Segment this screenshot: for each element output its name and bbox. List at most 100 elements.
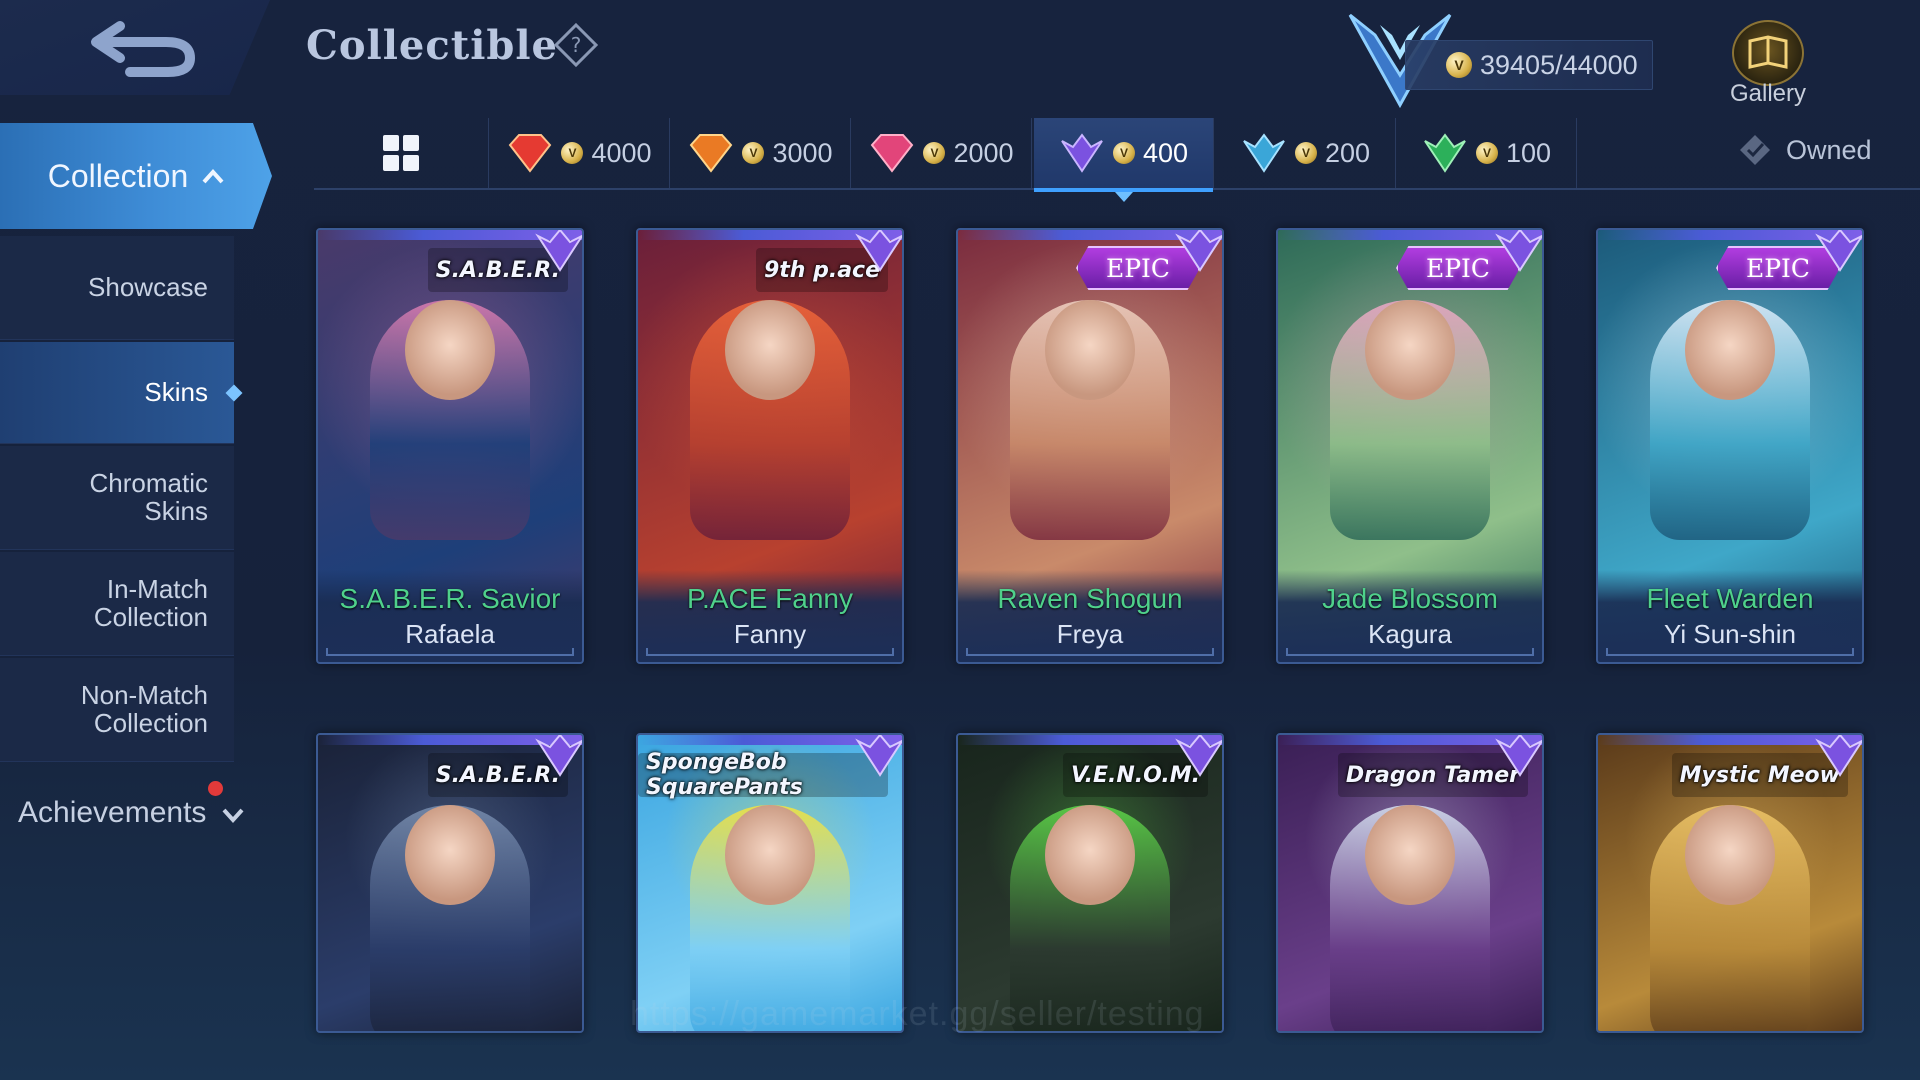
collection-label: Collection xyxy=(47,157,189,194)
active-indicator-icon xyxy=(225,384,243,401)
filter-tab-200[interactable]: V 200 xyxy=(1216,118,1396,188)
achievements-label: Achievements xyxy=(18,796,207,829)
purple-gem-icon xyxy=(1495,230,1542,272)
skin-name: P.ACE Fanny xyxy=(686,583,854,614)
hero-head xyxy=(405,300,495,400)
points-coin-icon: V xyxy=(1294,142,1317,164)
filter-tab-value: 2000 xyxy=(953,137,1014,168)
caret-down-icon xyxy=(1114,192,1133,202)
red-gem-icon xyxy=(509,134,552,173)
filter-tab-value: 400 xyxy=(1142,137,1189,168)
filter-tab-value: 4000 xyxy=(591,137,652,168)
skin-card[interactable]: 9th p.ace P.ACE Fanny Fanny xyxy=(636,228,904,664)
blue-gem-icon xyxy=(1243,133,1285,173)
skin-name: Jade Blossom xyxy=(1322,583,1498,614)
filter-tab-value: 100 xyxy=(1505,137,1552,168)
points-coin-icon: V xyxy=(1475,142,1498,164)
hero-head xyxy=(1365,805,1455,905)
pink-gem-icon xyxy=(871,134,914,173)
chevron-down-icon xyxy=(222,808,244,823)
purple-gem-icon xyxy=(1815,230,1862,272)
help-icon[interactable]: ? xyxy=(553,22,599,68)
sidebar-item-label: Showcase xyxy=(88,271,208,302)
filter-tab-value: 3000 xyxy=(772,137,833,168)
purple-gem-icon xyxy=(535,230,582,272)
skin-card[interactable]: EPIC Jade Blossom Kagura xyxy=(1276,228,1544,664)
hero-name: Yi Sun-shin xyxy=(1664,619,1796,649)
owned-filter-toggle[interactable]: Owned xyxy=(1738,130,1888,170)
hero-head xyxy=(405,805,495,905)
purple-gem-icon xyxy=(1495,735,1542,777)
purple-gem-icon xyxy=(1175,735,1222,777)
hero-head xyxy=(1685,300,1775,400)
card-name-plate: Fleet Warden Yi Sun-shin xyxy=(1598,570,1862,662)
skin-name: S.A.B.E.R. Savior xyxy=(339,583,561,614)
purple-gem-icon xyxy=(1815,735,1862,777)
hero-head xyxy=(1045,300,1135,400)
owned-label: Owned xyxy=(1786,134,1872,165)
points-coin-icon: V xyxy=(561,142,584,164)
hero-head xyxy=(725,300,815,400)
sidebar-item-label: Chromatic Skins xyxy=(89,468,208,526)
points-coin-icon: V xyxy=(1112,142,1135,164)
card-name-plate: Jade Blossom Kagura xyxy=(1278,570,1542,662)
purple-gem-icon xyxy=(1175,230,1222,272)
hero-head xyxy=(725,805,815,905)
card-name-plate: Raven Shogun Freya xyxy=(958,570,1222,662)
price-filter-bar: V 4000 V 3000 V 2000 V 400 V 200 V 100 xyxy=(314,118,1920,202)
purple-gem-icon xyxy=(1061,133,1103,173)
orange-gem-icon xyxy=(690,134,733,173)
series-logo-badge: SpongeBob SquarePants xyxy=(638,750,888,800)
skin-name: Raven Shogun xyxy=(997,583,1183,614)
sidebar-item-chromatic-skins[interactable]: Chromatic Skins xyxy=(0,446,234,550)
filter-tab-2000[interactable]: V 2000 xyxy=(852,118,1032,188)
skin-card[interactable]: S.A.B.E.R. xyxy=(316,733,584,1033)
card-name-plate: P.ACE Fanny Fanny xyxy=(638,570,902,662)
hero-head xyxy=(1685,805,1775,905)
hero-head xyxy=(1045,805,1135,905)
sidebar-item-non-match-collection[interactable]: Non-Match Collection xyxy=(0,658,234,762)
owned-check-icon xyxy=(1740,135,1770,165)
gallery-button[interactable]: Gallery xyxy=(1718,20,1818,110)
filter-tab-all[interactable] xyxy=(314,118,489,188)
points-coin-icon: V xyxy=(742,142,765,164)
gallery-book-icon xyxy=(1732,20,1804,86)
sidebar-collection-tab[interactable]: Collection xyxy=(0,123,272,229)
skin-card[interactable]: Dragon Tamer xyxy=(1276,733,1544,1033)
skin-card[interactable]: Mystic Meow xyxy=(1596,733,1864,1033)
collection-points-value: 39405/44000 xyxy=(1480,49,1638,80)
skin-card[interactable]: S.A.B.E.R. S.A.B.E.R. Savior Rafaela xyxy=(316,228,584,664)
filter-tab-400[interactable]: V 400 xyxy=(1034,118,1214,202)
skin-card[interactable]: SpongeBob SquarePants xyxy=(636,733,904,1033)
back-arrow-icon xyxy=(91,20,196,77)
purple-gem-icon xyxy=(855,230,902,272)
skin-card[interactable]: EPIC Raven Shogun Freya xyxy=(956,228,1224,664)
sidebar-item-in-match-collection[interactable]: In-Match Collection xyxy=(0,552,234,656)
skin-card[interactable]: V.E.N.O.M. xyxy=(956,733,1224,1033)
hero-name: Rafaela xyxy=(405,619,495,649)
purple-gem-icon xyxy=(855,735,902,777)
sidebar-item-label: Non-Match Collection xyxy=(80,680,208,738)
hero-name: Freya xyxy=(1056,619,1124,649)
collection-points: V 39405/44000 xyxy=(1405,40,1653,90)
skin-card[interactable]: EPIC Fleet Warden Yi Sun-shin xyxy=(1596,228,1864,664)
grid-view-icon xyxy=(383,135,419,171)
green-gem-icon xyxy=(1424,133,1466,173)
points-coin-icon: V xyxy=(923,142,946,164)
filter-tab-4000[interactable]: V 4000 xyxy=(490,118,670,188)
chevron-up-icon xyxy=(202,169,224,184)
sidebar-achievements[interactable]: Achievements xyxy=(0,773,260,853)
sidebar-item-showcase[interactable]: Showcase xyxy=(0,236,234,340)
svg-text:?: ? xyxy=(571,33,582,57)
filter-tab-3000[interactable]: V 3000 xyxy=(671,118,851,188)
back-button[interactable] xyxy=(80,10,210,85)
notification-dot-icon xyxy=(208,781,223,796)
filter-tab-100[interactable]: V 100 xyxy=(1397,118,1577,188)
skin-name: Fleet Warden xyxy=(1646,583,1814,614)
sidebar-item-label: Skins xyxy=(144,376,208,407)
hero-name: Kagura xyxy=(1368,619,1452,649)
sidebar-item-skins[interactable]: Skins xyxy=(0,342,243,444)
sidebar-item-label: In-Match Collection xyxy=(93,574,208,632)
points-coin-icon: V xyxy=(1446,52,1472,78)
page-title: Collectible xyxy=(306,22,558,69)
